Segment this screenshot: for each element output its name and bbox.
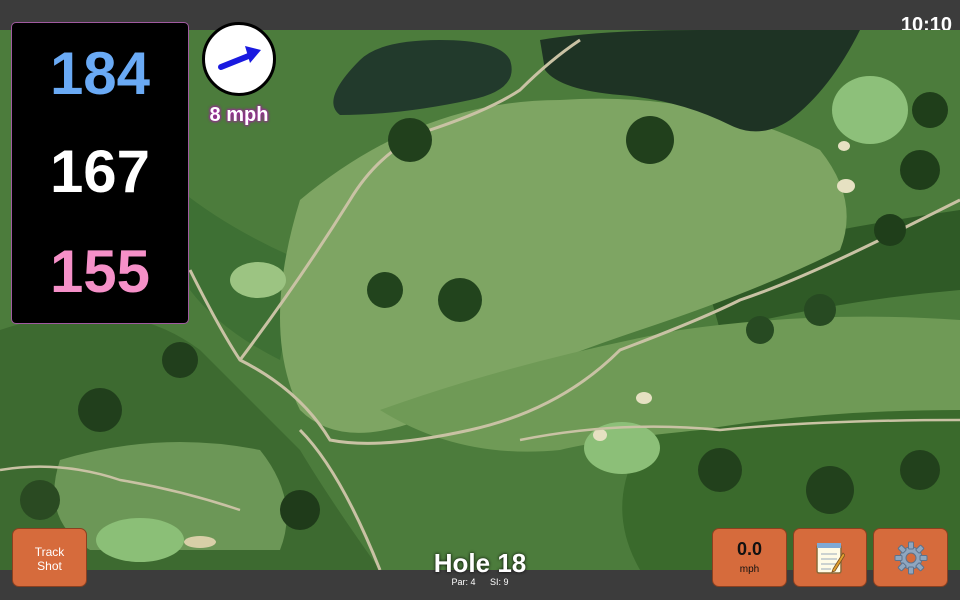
gear-icon (894, 541, 927, 574)
arrow-up-right-icon (218, 46, 261, 70)
notepad-icon (816, 542, 845, 574)
speed-button[interactable]: 0.0 mph (712, 528, 787, 587)
middle-yardage: 167 (49, 138, 151, 205)
golf-gps-screen: 10:10 184 167 155 8 mph Track Shot Hole … (0, 0, 960, 600)
hole-info: Hole 18 Par: 4 SI: 9 (380, 548, 580, 588)
stroke-index-label: SI: 9 (490, 577, 509, 587)
scorecard-notes-button[interactable] (793, 528, 867, 587)
back-yardage: 184 (49, 40, 151, 107)
par-label: Par: 4 (451, 577, 476, 587)
speed-value: 0.0 (736, 539, 763, 559)
speed-unit: mph (739, 564, 760, 575)
track-shot-button[interactable]: Track Shot (12, 528, 87, 587)
wind-speed-label: 8 mph (209, 104, 269, 126)
wind-direction-indicator (202, 22, 276, 96)
yardage-panel: 184 167 155 (11, 22, 189, 324)
track-shot-label-line2: Shot (37, 559, 62, 573)
front-yardage: 155 (49, 238, 151, 305)
settings-button[interactable] (873, 528, 948, 587)
track-shot-label-line1: Track (34, 545, 65, 559)
hole-title: Hole 18 (433, 548, 527, 578)
hole-meta: Par: 4 SI: 9 (380, 577, 580, 588)
